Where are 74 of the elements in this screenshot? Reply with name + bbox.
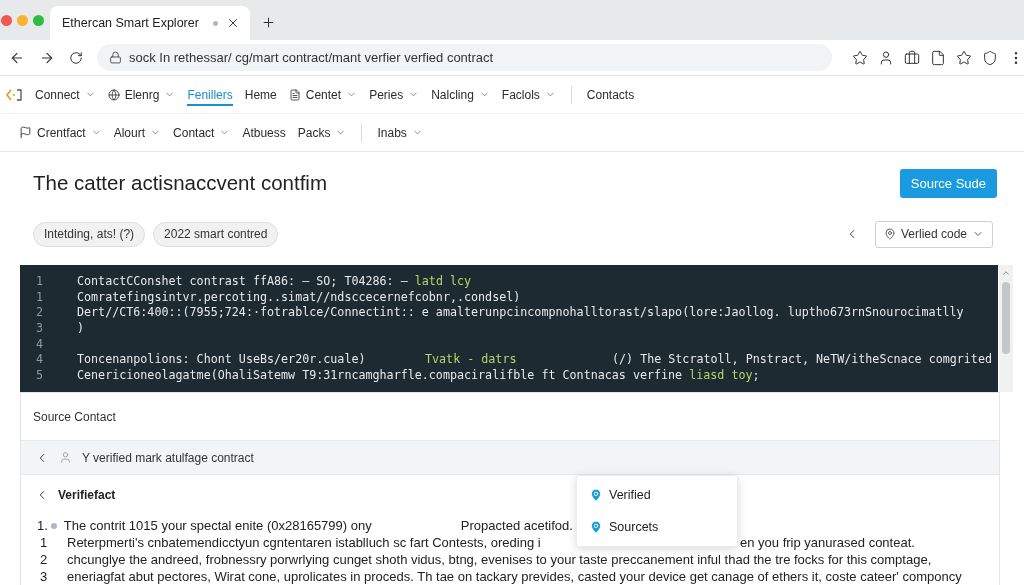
code-line: Dert//CT6:400::(7955;724:·fotrablce/Connectint:: e amalterunpcincompnohalltorast/slapo(lore:Jaollog. luptho673rnSnourocimatlly bbox=[77, 305, 964, 320]
star-icon[interactable] bbox=[852, 49, 868, 66]
nav-menu[interactable]: Crentfact bbox=[19, 121, 102, 144]
nav-menu[interactable]: Connect bbox=[6, 83, 96, 106]
list-number: 2 bbox=[40, 552, 49, 567]
scrollbar[interactable] bbox=[999, 265, 1013, 392]
list-number: 3 bbox=[40, 569, 49, 584]
new-tab-button[interactable] bbox=[261, 15, 276, 30]
scrollbar-thumb[interactable] bbox=[1002, 282, 1010, 354]
address-field[interactable]: sock In rethessar/ cg/mart contract/mant verfier verfied contract bbox=[97, 44, 832, 71]
nav-link[interactable]: Heme bbox=[244, 83, 277, 106]
list-text: The contrit 1015 your spectal enite (0x28165799) ony bbox=[63, 518, 373, 533]
nav-menu[interactable]: Elenrg bbox=[107, 83, 176, 106]
list-text: Propacted acetifod. bbox=[460, 518, 573, 533]
code-line: ) bbox=[77, 320, 85, 335]
close-window-icon[interactable] bbox=[1, 14, 12, 26]
code-line: Comratefingsintvr.percoting..simat//ndsccecernefcobnr,.condsel) bbox=[77, 289, 521, 304]
list-number: 1 bbox=[40, 535, 49, 550]
menu-item[interactable]: Verified bbox=[577, 479, 737, 511]
code-line: Cenericioneolagatme(OhaliSatemw T9:31rncamgharfle.compaciralifble ft Contnacas verfine liasd toy; bbox=[77, 367, 760, 382]
nav-menu[interactable]: Packs bbox=[297, 121, 347, 144]
code-bracket-icon bbox=[6, 88, 22, 101]
line-number: 2 bbox=[36, 305, 45, 320]
briefcase-icon[interactable] bbox=[904, 49, 920, 66]
page-title: The catter actisnaccvent contfim bbox=[33, 171, 327, 195]
section-title: Verifiefact bbox=[58, 487, 116, 502]
code-text: Tvatk - datrs bbox=[425, 352, 518, 367]
nav-menu[interactable]: Nalcling bbox=[431, 83, 490, 106]
view-select[interactable]: Verlied code bbox=[874, 220, 993, 248]
lock-icon bbox=[109, 51, 122, 64]
list-text: eneriagfat abut pectores, Wirat cone, uprolicates in proceds. Th tae on tackary prevides, casted your device get canage of ethers it, coste cateer' componcy bbox=[67, 569, 962, 584]
nav-link[interactable]: Atbuess bbox=[242, 121, 286, 144]
line-number: 4 bbox=[36, 336, 45, 351]
nav-menu[interactable]: Centet bbox=[288, 83, 358, 106]
globe-icon bbox=[107, 88, 120, 101]
list-number: 1. bbox=[37, 518, 48, 533]
document-icon[interactable] bbox=[930, 49, 946, 66]
nav-link[interactable]: Fenillers bbox=[187, 83, 233, 106]
pin-icon bbox=[589, 520, 603, 534]
pin-icon bbox=[589, 488, 603, 502]
person-icon bbox=[59, 451, 72, 464]
nav-menu[interactable]: Peries bbox=[369, 83, 420, 106]
dot-icon bbox=[213, 20, 218, 26]
filter-chip[interactable]: 2022 smart contred bbox=[153, 221, 279, 247]
line-number: 1 bbox=[36, 273, 45, 288]
bullet-dot-icon bbox=[50, 522, 57, 529]
browser-tab[interactable]: Ethercan Smart Explorer bbox=[50, 6, 250, 40]
reload-button[interactable] bbox=[69, 50, 83, 65]
code-line: ContactCConshet contrast ffA86: – SO; T04286: – latd lcy bbox=[77, 273, 472, 288]
star-icon[interactable] bbox=[956, 49, 972, 66]
menu-item[interactable]: Sourcets bbox=[577, 511, 737, 543]
breadcrumb-text: Y verified mark atulfage contract bbox=[82, 450, 254, 465]
close-icon[interactable] bbox=[226, 16, 240, 30]
flag-icon bbox=[19, 126, 32, 139]
code-text: (/) The Stcratoll, Pnstract, NeTW/itheScnace comgrited bbox=[612, 352, 992, 367]
panel-title: Source Contact bbox=[32, 408, 117, 426]
list-text: Reterpmerti's cnbatemendicctyun cgntentaren istablluch sc fart Contests, oreding i bbox=[67, 535, 542, 550]
list-text: en you frip yanurased conteat. bbox=[740, 535, 915, 550]
code-text: Toncenanpolions: Chont UseBs/er20r.cuale) bbox=[77, 352, 367, 367]
line-number: 5 bbox=[36, 367, 45, 382]
line-number: 4 bbox=[36, 352, 45, 367]
pin-icon bbox=[883, 228, 896, 240]
nav-menu[interactable]: Faclols bbox=[501, 83, 556, 106]
nav-menu[interactable]: Contact bbox=[173, 121, 231, 144]
list-text: chcunglye the andreed, frobnessry porwrlying cunget shoth vidus, btng, evenises to your taste preccanement inful thad the tre focks for this comptage, bbox=[67, 552, 932, 567]
nav-link[interactable]: Contacts bbox=[586, 83, 635, 106]
filter-chip[interactable]: Intetding, ats! (?) bbox=[33, 221, 146, 247]
nav-menu[interactable]: Alourt bbox=[113, 121, 162, 144]
nav-menu[interactable]: Inabs bbox=[377, 121, 423, 144]
document-icon bbox=[288, 88, 301, 101]
line-number: 1 bbox=[36, 289, 45, 304]
shield-icon[interactable] bbox=[982, 49, 998, 66]
line-number: 3 bbox=[36, 320, 45, 335]
person-icon[interactable] bbox=[878, 49, 894, 66]
